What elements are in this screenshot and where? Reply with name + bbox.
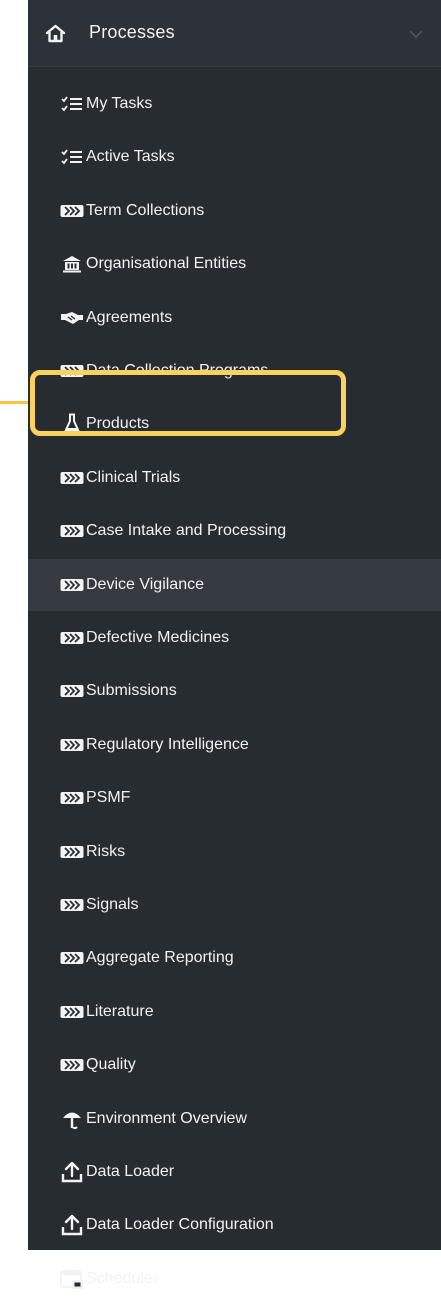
menu-item-device-vigilance[interactable]: Device Vigilance [28, 558, 441, 611]
upload-icon [60, 1215, 84, 1236]
menu-item-environment-overview[interactable]: Environment Overview [28, 1093, 441, 1145]
home-icon [45, 24, 66, 43]
menu-item-label: Agreements [86, 308, 173, 326]
handshake-icon [60, 308, 84, 328]
menu-item-label: Risks [86, 842, 126, 860]
processes-sidebar: Processes My Tasks Active Tasks Term Colle… [28, 0, 441, 1289]
menu-item-data-loader-configuration[interactable]: Data Loader Configuration [28, 1199, 441, 1251]
process-chevrons-icon [60, 681, 84, 701]
process-chevrons-icon [60, 788, 84, 808]
menu-item-label: Aggregate Reporting [86, 949, 234, 967]
menu-item-risks[interactable]: Risks [28, 826, 441, 878]
menu-item-case-intake-and-processing[interactable]: Case Intake and Processing [28, 505, 441, 557]
upload-icon [60, 1161, 84, 1183]
menu-item-label: Device Vigilance [86, 575, 204, 593]
menu-item-label: Case Intake and Processing [86, 522, 287, 540]
menu-item-label: Quality [86, 1056, 136, 1074]
chevron-down-icon[interactable] [409, 26, 423, 39]
menu-item-organisational-entities[interactable]: Organisational Entities [28, 238, 441, 290]
menu-item-scheduler[interactable]: Scheduler [28, 1253, 441, 1305]
products-highlight-callout [30, 370, 346, 436]
process-chevrons-icon [60, 1002, 84, 1022]
menu-item-literature[interactable]: Literature [28, 986, 441, 1038]
process-chevrons-icon [60, 948, 84, 968]
menu-item-label: Organisational Entities [86, 255, 247, 273]
menu-item-submissions[interactable]: Submissions [28, 665, 441, 717]
process-chevrons-icon [60, 895, 84, 915]
tasks-checklist-icon [60, 94, 84, 114]
menu-item-clinical-trials[interactable]: Clinical Trials [28, 452, 441, 504]
scheduler-icon [60, 1268, 84, 1289]
process-chevrons-icon [60, 842, 84, 862]
process-chevrons-icon [60, 735, 84, 755]
environment-icon [60, 1109, 84, 1129]
process-chevrons-icon [60, 521, 84, 541]
menu-item-label: Defective Medicines [86, 629, 230, 646]
menu-item-label: Literature [86, 1002, 154, 1020]
menu-item-quality[interactable]: Quality [28, 1039, 441, 1091]
menu-item-label: Clinical Trials [86, 468, 181, 486]
menu-item-label: Data Loader [86, 1163, 175, 1180]
menu-item-data-loader[interactable]: Data Loader [28, 1146, 441, 1198]
menu-item-label: My Tasks [86, 95, 153, 112]
menu-item-label: Signals [86, 896, 139, 913]
menu-item-active-tasks[interactable]: Active Tasks [28, 131, 441, 183]
menu-item-label: Term Collections [86, 201, 205, 219]
tasks-checklist-icon [60, 147, 84, 167]
menu-item-psmf[interactable]: PSMF [28, 772, 441, 824]
process-chevrons-icon [60, 628, 84, 648]
process-chevrons-icon [60, 575, 84, 595]
menu-item-label: Scheduler [86, 1269, 159, 1287]
menu-item-label: Regulatory Intelligence [86, 735, 249, 753]
menu-item-label: Environment Overview [86, 1109, 247, 1127]
process-chevrons-icon [60, 468, 84, 488]
callout-connector-line [0, 401, 30, 404]
menu-item-defective-medicines[interactable]: Defective Medicines [28, 612, 441, 664]
processes-section-header[interactable]: Processes [28, 0, 441, 67]
menu-item-agreements[interactable]: Agreements [28, 292, 441, 344]
process-chevrons-icon [60, 201, 84, 221]
institution-icon [60, 254, 84, 274]
menu-item-my-tasks[interactable]: My Tasks [28, 78, 441, 130]
section-title: Processes [89, 22, 175, 42]
process-chevrons-icon [60, 1055, 84, 1075]
menu-item-regulatory-intelligence[interactable]: Regulatory Intelligence [28, 719, 441, 771]
menu-item-term-collections[interactable]: Term Collections [28, 185, 441, 237]
menu-item-label: Active Tasks [86, 148, 175, 166]
menu-item-label: PSMF [86, 789, 131, 807]
menu-item-label: Data Loader Configuration [86, 1216, 274, 1234]
menu-item-signals[interactable]: Signals [28, 879, 441, 931]
menu-item-aggregate-reporting[interactable]: Aggregate Reporting [28, 932, 441, 984]
menu-item-label: Submissions [86, 682, 177, 700]
